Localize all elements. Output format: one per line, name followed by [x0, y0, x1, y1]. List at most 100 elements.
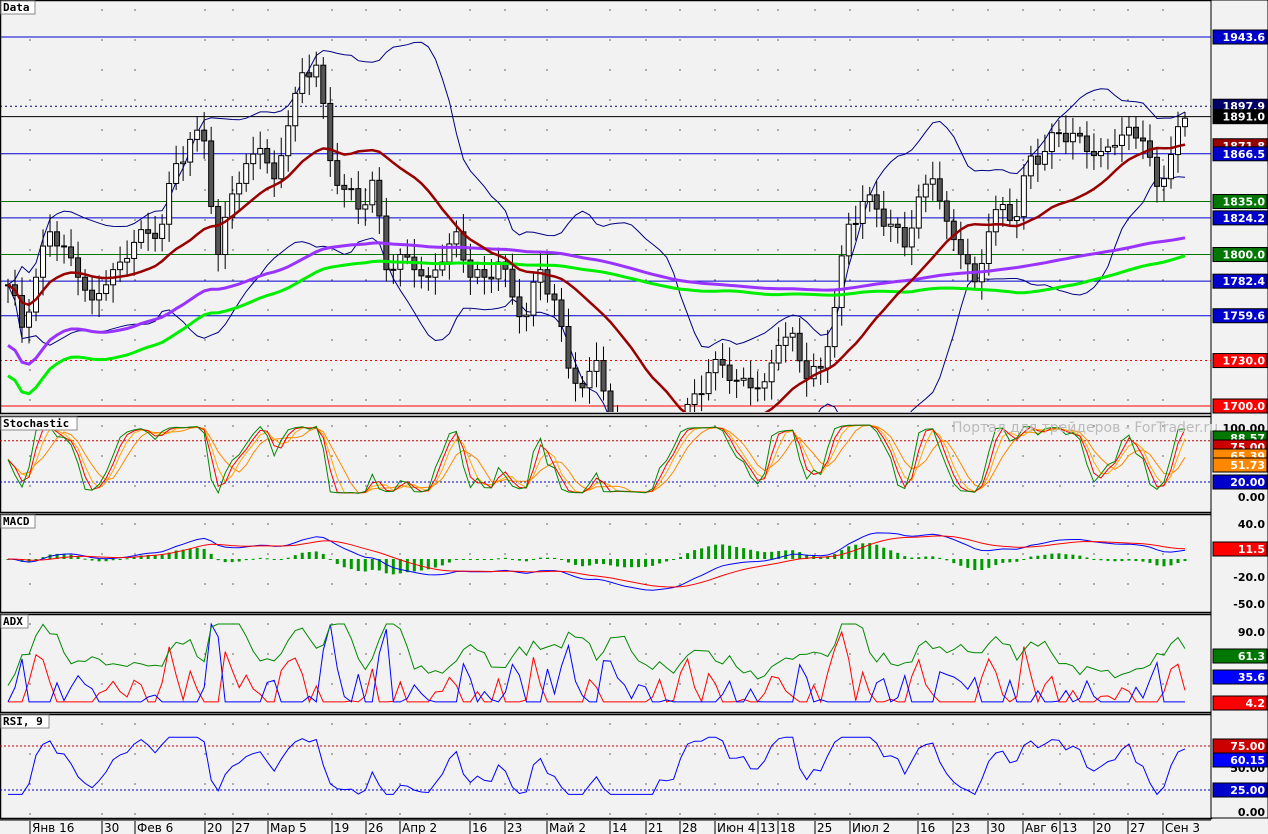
grid-dot — [399, 813, 401, 815]
candle — [740, 377, 747, 381]
grid-dot — [469, 399, 471, 401]
date-label: 20 — [207, 821, 222, 834]
grid-dot — [365, 683, 367, 685]
grid-dot — [952, 523, 954, 525]
grid-dot — [204, 425, 206, 427]
grid-dot — [134, 339, 136, 341]
grid-dot — [917, 369, 919, 371]
grid-dot — [714, 753, 716, 755]
watermark: Портал для трейдеров - ForTrader.ru — [952, 420, 1218, 436]
grid-dot — [469, 425, 471, 427]
grid-dot — [267, 69, 269, 71]
macd-histogram-bar — [1120, 559, 1124, 562]
grid-dot — [29, 189, 31, 191]
candle — [558, 299, 565, 328]
grid-dot — [952, 39, 954, 41]
date-label: 14 — [612, 821, 627, 834]
grid-dot — [1162, 399, 1164, 401]
grid-dot — [645, 523, 647, 525]
grid-dot — [952, 485, 954, 487]
grid-dot — [267, 723, 269, 725]
grid-dot — [1162, 369, 1164, 371]
grid-dot — [814, 653, 816, 655]
candle — [1153, 156, 1160, 187]
grid-dot — [1093, 455, 1095, 457]
grid-dot — [987, 583, 989, 585]
candle — [873, 194, 880, 210]
grid-dot — [232, 683, 234, 685]
grid-dot — [1022, 69, 1024, 71]
grid-dot — [814, 69, 816, 71]
candle — [929, 178, 936, 185]
macd-histogram-bar — [630, 559, 634, 568]
grid-dot — [1059, 219, 1061, 221]
macd-histogram-bar — [342, 559, 346, 568]
grid-dot — [504, 813, 506, 815]
grid-dot — [1162, 583, 1164, 585]
grid-dot — [679, 369, 681, 371]
grid-dot — [546, 309, 548, 311]
grid-dot — [267, 553, 269, 555]
grid-dot — [1022, 249, 1024, 251]
macd-histogram-bar — [651, 559, 655, 566]
grid-dot — [504, 523, 506, 525]
grid-dot — [331, 339, 333, 341]
grid-dot — [1059, 309, 1061, 311]
grid-dot — [29, 553, 31, 555]
grid-dot — [1093, 69, 1095, 71]
grid-dot — [267, 813, 269, 815]
candle — [1132, 126, 1139, 139]
grid-dot — [917, 783, 919, 785]
macd-histogram-bar — [938, 557, 942, 559]
candle — [572, 367, 579, 384]
grid-dot — [1127, 309, 1129, 311]
macd-histogram-bar — [595, 559, 598, 564]
grid-dot — [952, 69, 954, 71]
candle — [754, 387, 761, 390]
grid-dot — [609, 623, 611, 625]
grid-dot — [714, 9, 716, 11]
macd-histogram-bar — [125, 558, 129, 560]
macd-histogram-bar — [679, 556, 683, 559]
grid-dot — [952, 159, 954, 161]
candle — [1160, 178, 1167, 187]
grid-dot — [1093, 813, 1095, 815]
grid-dot — [546, 583, 548, 585]
grid-dot — [987, 189, 989, 191]
candle — [579, 382, 586, 389]
candle — [96, 293, 103, 301]
grid-dot — [757, 485, 759, 487]
date-label: 27 — [1130, 821, 1145, 834]
grid-dot — [101, 129, 103, 131]
candle — [698, 393, 705, 396]
macd-histogram-bar — [931, 556, 935, 559]
grid-dot — [1093, 583, 1095, 585]
grid-dot — [814, 623, 816, 625]
grid-dot — [609, 813, 611, 815]
candle — [474, 269, 481, 278]
macd-histogram-bar — [1127, 559, 1131, 561]
candle — [418, 269, 425, 277]
grid-dot — [679, 553, 681, 555]
grid-dot — [1162, 339, 1164, 341]
grid-dot — [331, 99, 333, 101]
macd-histogram-bar — [580, 559, 584, 567]
candle — [992, 209, 999, 233]
grid-dot — [504, 369, 506, 371]
grid-dot — [917, 653, 919, 655]
grid-dot — [917, 9, 919, 11]
macd-histogram-bar — [160, 554, 164, 559]
grid-dot — [504, 339, 506, 341]
grid-dot — [679, 723, 681, 725]
grid-dot — [546, 159, 548, 161]
level-label: 1891.0 — [1223, 111, 1266, 124]
candle — [173, 163, 180, 184]
grid-dot — [365, 653, 367, 655]
grid-dot — [645, 309, 647, 311]
grid-dot — [679, 249, 681, 251]
grid-dot — [134, 309, 136, 311]
macd-histogram-bar — [349, 559, 353, 570]
adx-value: 4.2 — [1246, 697, 1266, 710]
grid-dot — [609, 69, 611, 71]
macd-histogram-bar — [945, 559, 949, 561]
